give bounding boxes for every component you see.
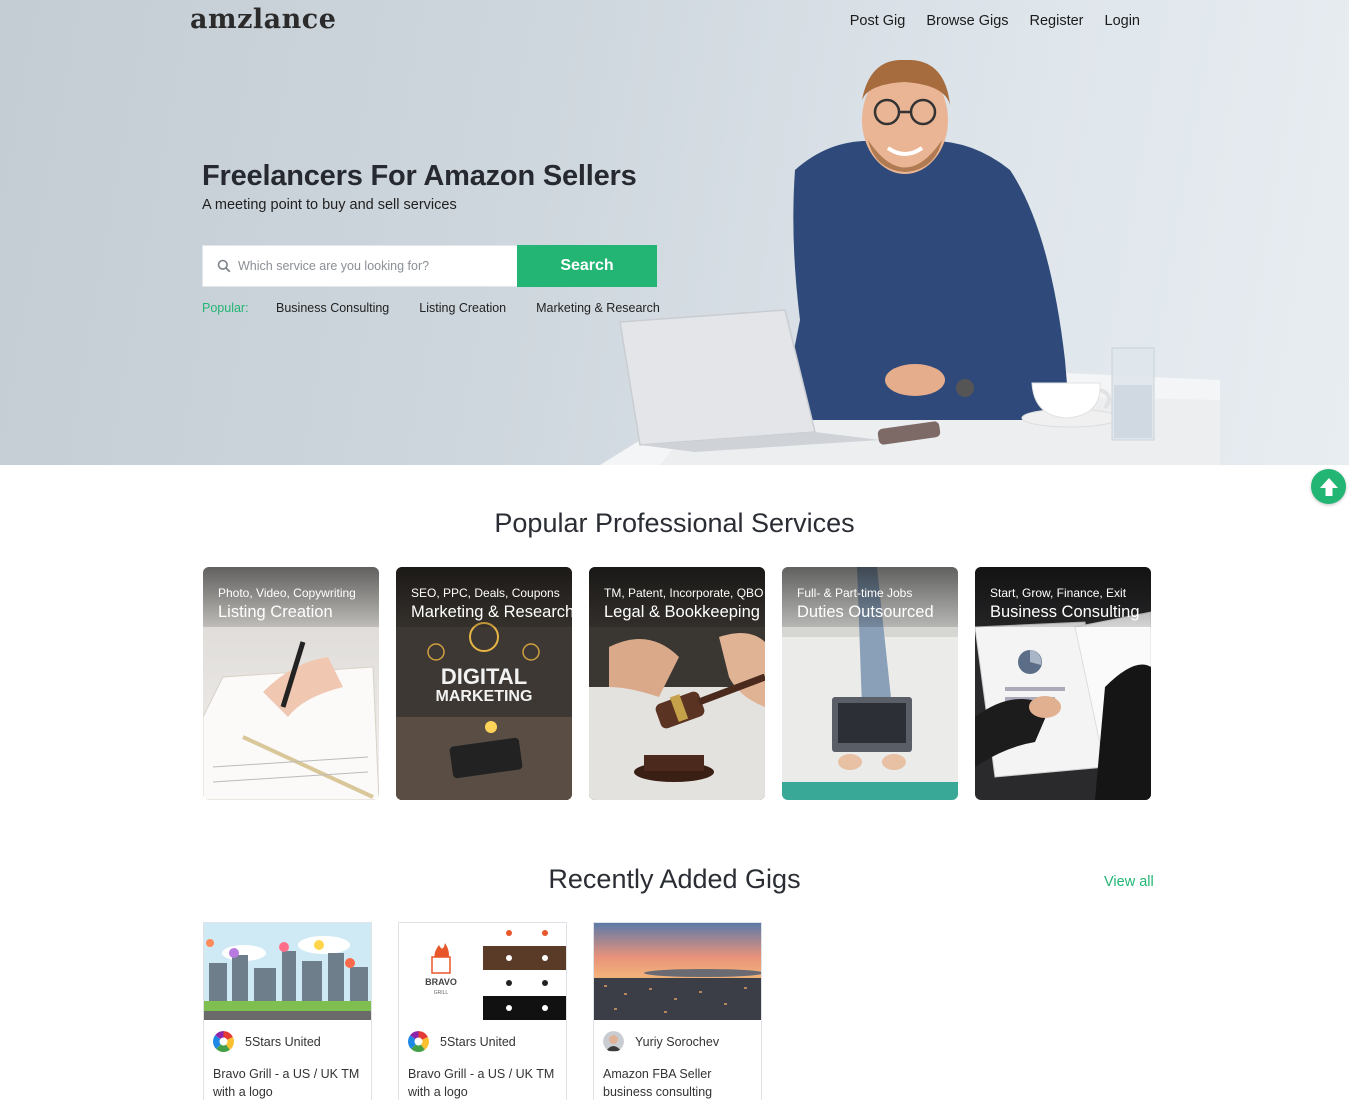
- services-cards: Photo, Video, Copywriting Listing Creati…: [203, 567, 1151, 800]
- gig-card[interactable]: BRAVO GRILL 5Stars United Bravo Grill - …: [398, 922, 567, 1100]
- hero-person-illustration: [600, 60, 1220, 465]
- image-text-marketing: MARKETING: [436, 688, 533, 705]
- service-card-duties-outsourced[interactable]: Full- & Part-time Jobs Duties Outsourced: [782, 567, 958, 800]
- card-caption: Full- & Part-time Jobs: [797, 586, 913, 600]
- service-card-business-consulting[interactable]: Start, Grow, Finance, Exit Business Cons…: [975, 567, 1151, 800]
- hero-subtitle: A meeting point to buy and sell services: [202, 197, 457, 213]
- card-caption: Photo, Video, Copywriting: [218, 586, 356, 600]
- arrow-up-icon: [1319, 477, 1338, 496]
- gig-seller[interactable]: 5Stars United: [213, 1031, 321, 1052]
- popular-tag-listing-creation[interactable]: Listing Creation: [419, 301, 506, 315]
- seller-avatar: [408, 1031, 429, 1052]
- seller-avatar: [213, 1031, 234, 1052]
- nav-register[interactable]: Register: [1030, 13, 1084, 29]
- gig-title: Bravo Grill - a US / UK TM with a logo: [408, 1067, 555, 1099]
- nav-browse-gigs[interactable]: Browse Gigs: [926, 13, 1008, 29]
- site-logo[interactable]: amzlance: [190, 4, 336, 35]
- card-title: Listing Creation: [218, 603, 333, 621]
- gig-thumbnail-bravo-grill: BRAVO GRILL: [399, 923, 566, 1020]
- search-button[interactable]: Search: [517, 245, 657, 287]
- card-caption: SEO, PPC, Deals, Coupons: [411, 586, 560, 600]
- gig-title: Amazon FBA Seller business consulting: [603, 1067, 713, 1099]
- popular-label: Popular:: [202, 301, 249, 315]
- service-card-marketing-research[interactable]: DIGITAL MARKETING SEO, PPC, Deals, Coupo…: [396, 567, 572, 800]
- hero-title: Freelancers For Amazon Sellers: [202, 160, 637, 192]
- logo-subtext: GRILL: [434, 990, 449, 996]
- gig-seller[interactable]: Yuriy Sorochev: [603, 1031, 719, 1052]
- seller-name: 5Stars United: [440, 1034, 516, 1049]
- view-all-link[interactable]: View all: [1104, 874, 1154, 890]
- hero-section: amzlance Post Gig Browse Gigs Register L…: [0, 0, 1349, 465]
- card-title: Marketing & Research: [411, 603, 572, 621]
- gigs-list: 5Stars United Bravo Grill - a US / UK TM…: [203, 922, 762, 1100]
- gig-thumbnail-city-sunset: [594, 923, 761, 1020]
- scroll-to-top-button[interactable]: [1311, 469, 1346, 504]
- search-input[interactable]: [238, 247, 508, 285]
- popular-tags: Popular: Business Consulting Listing Cre…: [202, 301, 690, 315]
- card-caption: TM, Patent, Incorporate, QBO: [604, 586, 764, 600]
- seller-name: Yuriy Sorochev: [635, 1034, 720, 1049]
- services-section-title: Popular Professional Services: [494, 508, 855, 538]
- gig-card[interactable]: 5Stars United Bravo Grill - a US / UK TM…: [203, 922, 372, 1100]
- gig-title: Bravo Grill - a US / UK TM with a logo: [213, 1067, 360, 1099]
- main-nav: Post Gig Browse Gigs Register Login: [850, 13, 1140, 29]
- gig-card[interactable]: Yuriy Sorochev Amazon FBA Seller busines…: [593, 922, 762, 1100]
- popular-tag-marketing-research[interactable]: Marketing & Research: [536, 301, 660, 315]
- nav-post-gig[interactable]: Post Gig: [850, 13, 906, 29]
- popular-tag-business-consulting[interactable]: Business Consulting: [276, 301, 389, 315]
- card-title: Business Consulting: [990, 603, 1140, 621]
- gig-thumbnail-city: [204, 923, 371, 1020]
- card-caption: Start, Grow, Finance, Exit: [990, 586, 1127, 600]
- logo-text: BRAVO: [425, 977, 457, 987]
- image-text-digital: DIGITAL: [441, 664, 527, 689]
- service-card-legal-bookkeeping[interactable]: TM, Patent, Incorporate, QBO Legal & Boo…: [589, 567, 765, 800]
- search-field: [202, 245, 518, 287]
- seller-avatar: [603, 1031, 624, 1052]
- seller-name: 5Stars United: [245, 1034, 321, 1049]
- nav-login[interactable]: Login: [1105, 13, 1140, 29]
- service-card-listing-creation[interactable]: Photo, Video, Copywriting Listing Creati…: [203, 567, 379, 800]
- search-icon: [217, 259, 231, 273]
- card-title: Legal & Bookkeeping: [604, 603, 760, 621]
- card-title: Duties Outsourced: [797, 603, 934, 621]
- gig-seller[interactable]: 5Stars United: [408, 1031, 516, 1052]
